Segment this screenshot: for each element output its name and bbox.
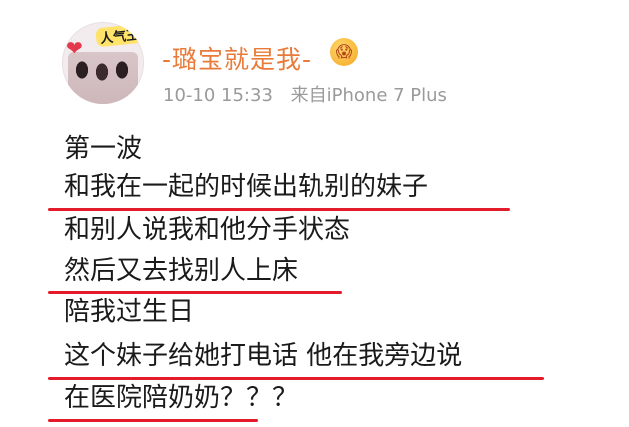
post-line: 第一波 <box>64 134 143 164</box>
red-underline <box>48 377 544 380</box>
post-line: 和我在一起的时候出轨别的妹子 <box>64 172 429 202</box>
post-line: 在医院陪奶奶？？？ <box>64 383 299 413</box>
post-body: 第一波 和我在一起的时候出轨别的妹子 和别人说我和他分手状态 然后又去找别人上床… <box>0 0 629 427</box>
post-line: 这个妹子给她打电话 他在我旁边说 <box>64 341 463 371</box>
red-underline <box>48 419 258 422</box>
post-line: 然后又去找别人上床 <box>64 256 299 286</box>
red-underline <box>48 291 342 294</box>
post-line: 和别人说我和他分手状态 <box>64 215 351 245</box>
post-line: 陪我过生日 <box>64 297 195 327</box>
weibo-post-card: ❤ 人气王 -璐宝就是我- 😱 10-10 15:33 来自iPhone 7 P… <box>0 0 629 427</box>
red-underline <box>48 208 510 211</box>
